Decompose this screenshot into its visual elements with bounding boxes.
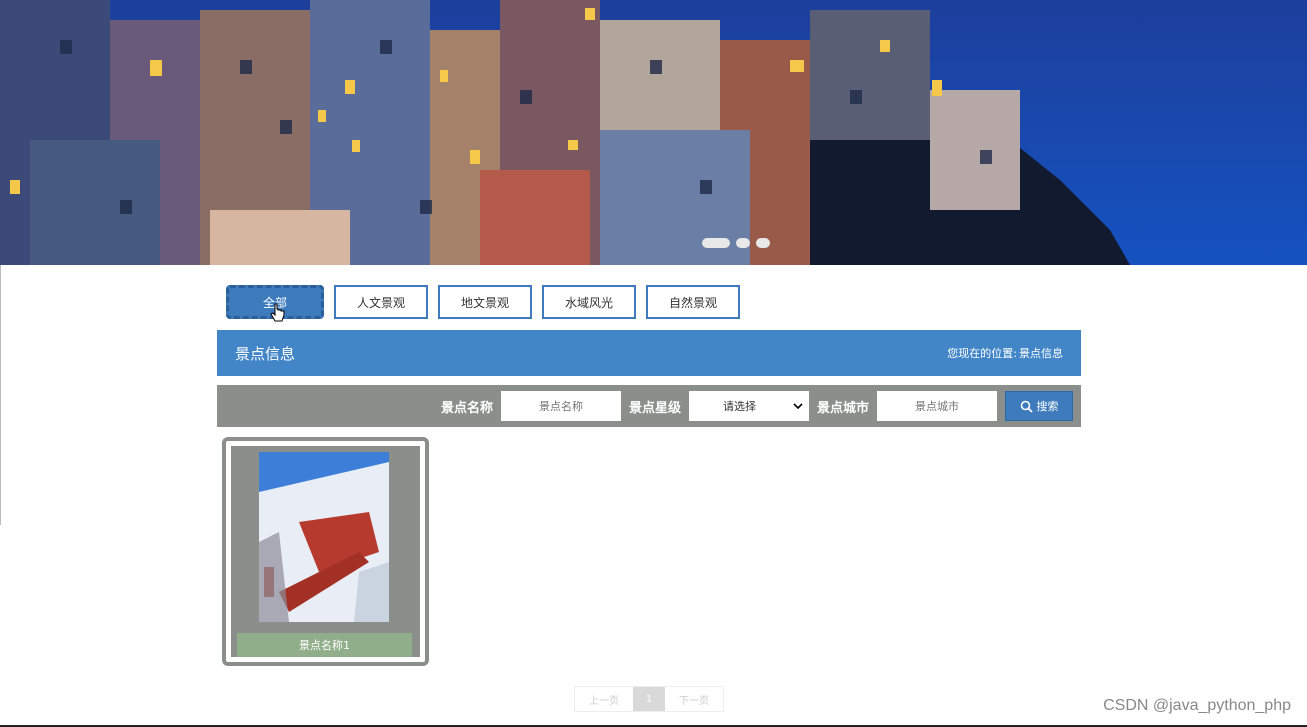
chevron-down-icon — [793, 403, 803, 410]
tab-water-scenery[interactable]: 水域风光 — [542, 285, 636, 319]
city-input[interactable] — [877, 391, 997, 421]
carousel-dot-1[interactable] — [702, 238, 730, 248]
left-border — [0, 265, 1, 525]
search-bar: 景点名称 景点星级 请选择 景点城市 搜索 — [217, 385, 1081, 427]
name-label: 景点名称 — [440, 400, 493, 416]
tab-natural-landscape[interactable]: 自然景观 — [646, 285, 740, 319]
category-tabs: 全部 人文景观 地文景观 水域风光 自然景观 — [226, 285, 740, 319]
attraction-image — [259, 452, 389, 622]
tab-geographic-landscape[interactable]: 地文景观 — [438, 285, 532, 319]
attraction-card[interactable]: 景点名称1 — [222, 437, 429, 666]
breadcrumb-prefix: 您现在的位置: — [947, 347, 1017, 360]
carousel-dot-2[interactable] — [736, 238, 750, 248]
breadcrumb-current[interactable]: 景点信息 — [1019, 345, 1063, 361]
search-button[interactable]: 搜索 — [1005, 391, 1073, 421]
card-body: 景点名称1 — [231, 446, 420, 657]
level-select[interactable]: 请选择 — [688, 391, 809, 421]
level-label: 景点星级 — [628, 400, 681, 416]
carousel-dot-3[interactable] — [756, 238, 770, 248]
carousel-indicators — [702, 238, 770, 248]
breadcrumb: 您现在的位置: 景点信息 — [947, 345, 1063, 361]
hand-cursor-icon — [270, 303, 285, 322]
search-icon — [1020, 400, 1033, 413]
section-header: 景点信息 您现在的位置: 景点信息 — [217, 330, 1081, 376]
pagination: 上一页 1 下一页 — [574, 686, 724, 712]
search-button-label: 搜索 — [1036, 400, 1059, 413]
banner-image — [0, 0, 1307, 265]
page-number-button[interactable]: 1 — [633, 687, 665, 711]
next-page-button[interactable]: 下一页 — [665, 687, 723, 711]
page-title: 景点信息 — [235, 344, 296, 363]
name-input[interactable] — [500, 391, 621, 421]
banner-carousel[interactable] — [0, 0, 1307, 265]
tab-cultural-landscape[interactable]: 人文景观 — [334, 285, 428, 319]
prev-page-button[interactable]: 上一页 — [575, 687, 633, 711]
watermark: CSDN @java_python_php — [1103, 697, 1291, 714]
attraction-name: 景点名称1 — [237, 633, 412, 657]
city-label: 景点城市 — [816, 400, 869, 416]
level-select-value: 请选择 — [722, 400, 756, 413]
